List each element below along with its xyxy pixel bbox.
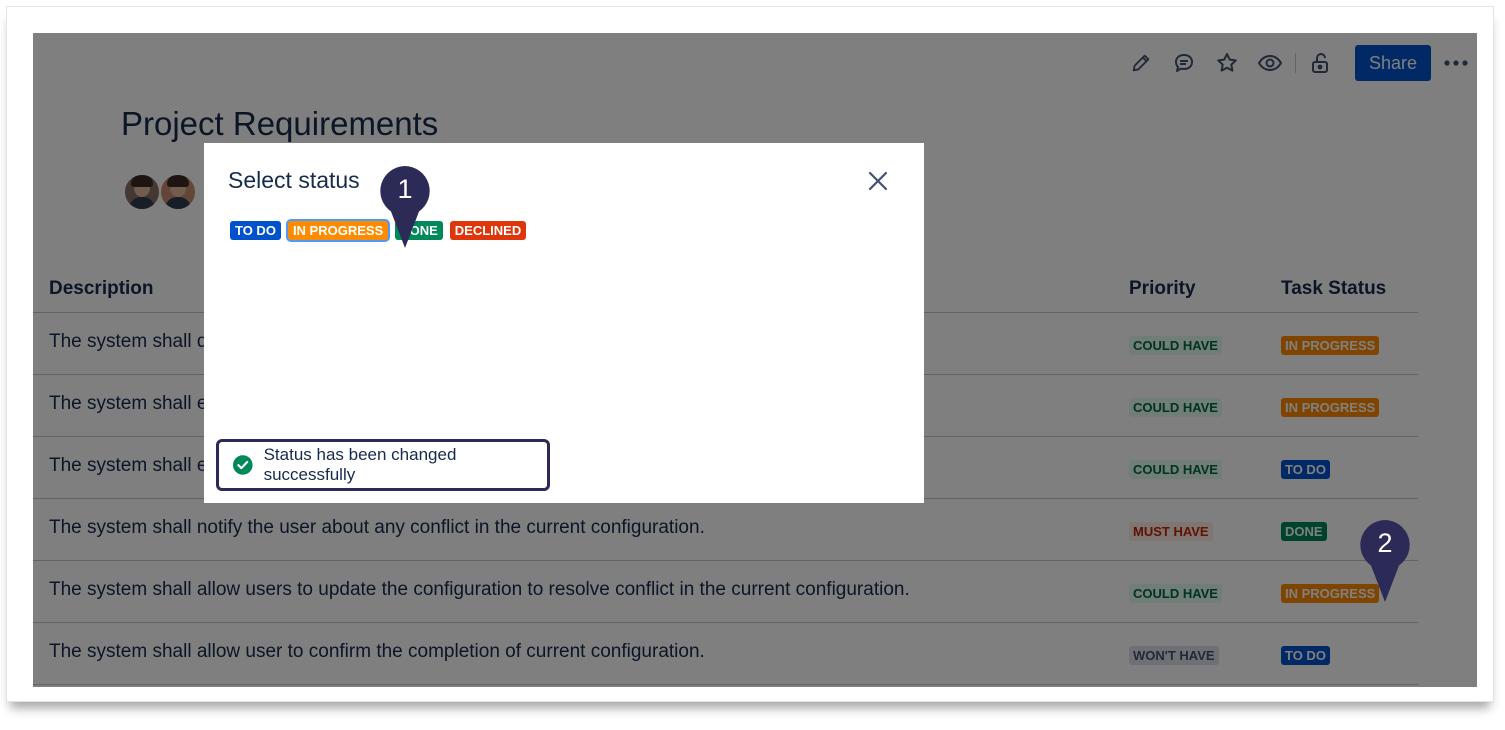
close-icon[interactable]: [864, 167, 892, 195]
callout-marker: 2: [1358, 518, 1412, 604]
dialog-title: Select status: [228, 167, 360, 193]
status-option-in-progress[interactable]: IN PROGRESS: [287, 221, 389, 240]
success-toast: Status has been changed successfully: [216, 439, 550, 491]
select-status-dialog: Select status TO DO IN PROGRESS DONE DEC…: [204, 143, 924, 503]
callout-number: 1: [397, 174, 413, 204]
confluence-page: Share Project Requirements Description P…: [33, 33, 1477, 687]
callout-marker: 1: [378, 164, 432, 250]
callout-number: 2: [1377, 528, 1393, 558]
toast-message: Status has been changed successfully: [263, 445, 457, 484]
screenshot-frame: Share Project Requirements Description P…: [6, 6, 1494, 702]
status-option-todo[interactable]: TO DO: [230, 221, 281, 240]
status-option-declined[interactable]: DECLINED: [449, 221, 527, 240]
check-circle-icon: [233, 455, 253, 475]
